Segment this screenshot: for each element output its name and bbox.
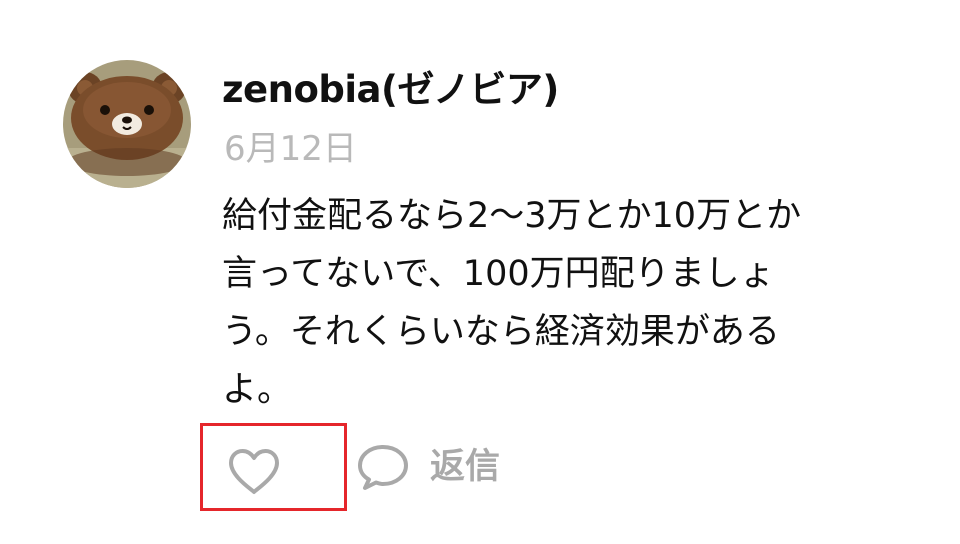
comment-actions: 返信 xyxy=(0,420,960,520)
heart-outline-icon xyxy=(229,449,279,494)
speech-bubble-icon xyxy=(358,445,408,490)
like-button[interactable] xyxy=(200,423,347,511)
comment-text-line: 言ってないで、100万円配りましょ xyxy=(222,254,775,294)
username[interactable]: zenobia(ゼノビア) xyxy=(222,66,559,114)
avatar[interactable] xyxy=(63,60,191,188)
comment-text-line: 給付金配るなら2〜3万とか10万とか xyxy=(222,196,802,236)
comment-text-line: う。それくらいなら経済効果がある xyxy=(222,312,780,352)
reply-label: 返信 xyxy=(430,447,501,487)
comment-date: 6月12日 xyxy=(224,129,357,169)
reply-button[interactable]: 返信 xyxy=(356,442,500,492)
teddy-bear-avatar-icon xyxy=(63,60,191,188)
comment-text: 給付金配るなら2〜3万とか10万とか 言ってないで、100万円配りましょ う。そ… xyxy=(222,187,912,419)
comment-text-line: よ。 xyxy=(222,370,293,410)
